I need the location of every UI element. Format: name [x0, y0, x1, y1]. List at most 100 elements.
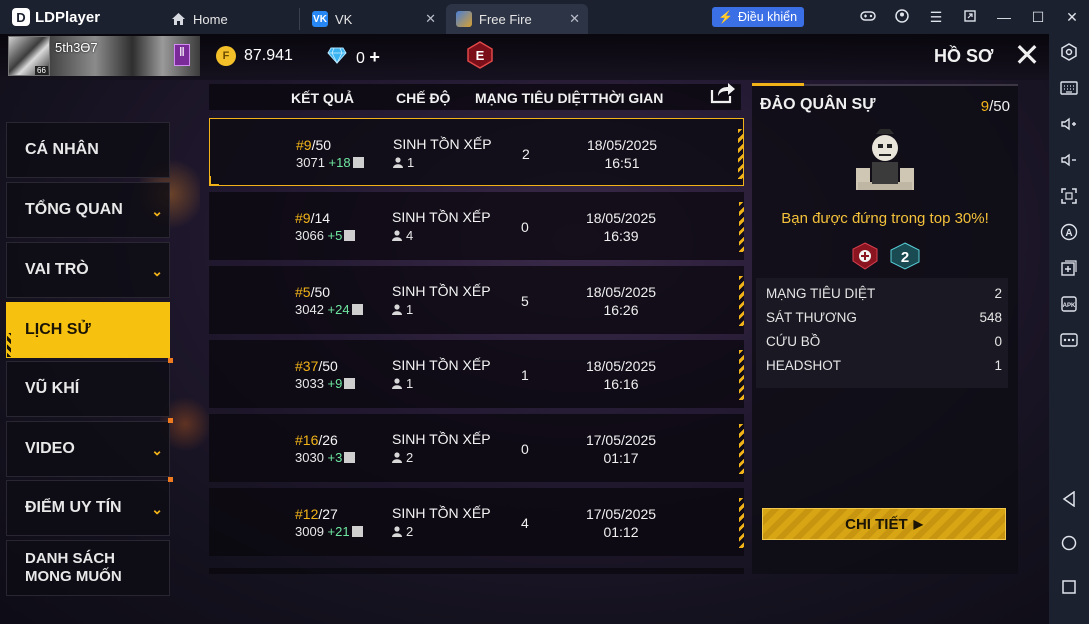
points-value: 3009 [295, 524, 324, 539]
rank-number: #9 [296, 137, 312, 153]
close-tab-icon[interactable]: ✕ [425, 11, 436, 27]
apk-icon[interactable]: APK [1057, 292, 1081, 316]
player-banner[interactable]: 5th3Ɵ7 Ⅱ [50, 36, 200, 76]
stat-label: CỨU BỒ [766, 334, 821, 349]
back-icon[interactable] [1057, 487, 1081, 511]
menu-icon[interactable]: ☰ [919, 9, 953, 26]
vk-logo-icon: VK [312, 11, 328, 27]
history-row[interactable]: #5/50 3042 +24 SINH TỒN XẾP HẠNG 1 5 18/… [209, 266, 744, 334]
menu-item-ca-nhan[interactable]: CÁ NHÂN [6, 122, 170, 178]
match-rank: #5/50 [295, 284, 330, 300]
chevron-down-icon: ⌄ [151, 263, 163, 279]
add-window-icon[interactable] [1057, 256, 1081, 280]
tab-home[interactable]: Home [160, 8, 300, 30]
control-button-label: Điều khiển [737, 10, 798, 24]
detail-rank-total: /50 [989, 98, 1010, 115]
diamond-icon [327, 47, 347, 64]
top-percent-message: Bạn được đứng trong top 30%! [781, 210, 989, 227]
volume-down-icon[interactable] [1057, 148, 1081, 172]
home-icon[interactable] [1057, 531, 1081, 555]
keyboard-icon[interactable] [1057, 76, 1081, 100]
column-thoi-gian: THỜI GIAN [590, 90, 664, 106]
diamond-count: 0 [356, 50, 365, 67]
match-rank: #9/14 [295, 210, 330, 226]
match-date: 17/05/2025 [585, 432, 657, 448]
tab-vk[interactable]: VK VK ✕ [302, 4, 444, 34]
gamepad-icon[interactable] [851, 9, 885, 25]
control-button[interactable]: ⚡ Điều khiển [712, 7, 804, 27]
menu-item-label: VAI TRÒ [25, 261, 89, 278]
match-mode: SINH TỒN XẾP HẠNG [392, 357, 493, 373]
game-viewport: 66 5th3Ɵ7 Ⅱ F 87.941 0 + E HỒ SƠ ✕ CÁ NH… [0, 34, 1049, 624]
recents-icon[interactable] [1057, 575, 1081, 599]
menu-item-vu-khi[interactable]: VŨ KHÍ [6, 358, 173, 417]
chevron-down-icon: ⌄ [151, 442, 163, 458]
hazard-stripe [738, 129, 743, 179]
menu-item-danh-sach-mong-muon[interactable]: DANH SÁCH MONG MUỐN [6, 540, 170, 596]
restore-window-icon[interactable] [953, 9, 987, 25]
auto-icon[interactable]: A [1057, 220, 1081, 244]
diamond-balance[interactable]: 0 + [356, 47, 380, 68]
rank-total: /26 [318, 432, 338, 448]
match-rank: #12/27 [295, 506, 338, 522]
history-row[interactable]: #9/14 3066 +5 SINH TỒN XẾP HẠNG 4 0 18/0… [209, 192, 744, 260]
more-icon[interactable] [1057, 328, 1081, 352]
document-icon [344, 378, 356, 389]
menu-item-label: TỔNG QUAN [25, 201, 123, 218]
avatar[interactable]: 66 [8, 36, 50, 76]
volume-up-icon[interactable] [1057, 112, 1081, 136]
document-icon [352, 157, 364, 168]
stat-label: SÁT THƯƠNG [766, 310, 857, 325]
points-delta: +5 [327, 228, 343, 243]
menu-item-video[interactable]: VIDEO ⌄ [6, 418, 173, 477]
chevron-down-icon: ⌄ [151, 501, 163, 517]
rank-total: /50 [318, 358, 338, 374]
history-row[interactable]: #16/26 3030 +3 SINH TỒN XẾP HẠNG 2 0 17/… [209, 414, 744, 482]
screenshot-icon[interactable] [1057, 184, 1081, 208]
close-icon[interactable]: ✕ [1013, 39, 1041, 71]
menu-item-diem-uy-tin[interactable]: ĐIỂM UY TÍN ⌄ [6, 477, 173, 536]
ldplayer-logo-icon: D [12, 8, 30, 26]
settings-icon[interactable] [1057, 40, 1081, 64]
match-mode: SINH TỒN XẾP HẠNG [393, 136, 494, 152]
match-date: 18/05/2025 [585, 358, 657, 374]
match-date: 18/05/2025 [586, 137, 658, 153]
active-stripe [7, 333, 11, 357]
details-button[interactable]: CHI TIẾT ▶ [762, 508, 1006, 540]
menu-item-label: VIDEO [25, 440, 75, 457]
share-icon[interactable] [710, 82, 736, 106]
history-row[interactable]: #37/50 3033 +9 SINH TỒN XẾP HẠNG 1 1 18/… [209, 340, 744, 408]
close-tab-icon[interactable]: ✕ [569, 11, 580, 27]
close-icon[interactable]: ✕ [1055, 9, 1089, 26]
points-delta: +18 [328, 155, 351, 170]
rank-number: #12 [295, 506, 319, 522]
ldplayer-logo: D LDPlayer [12, 8, 162, 26]
account-icon[interactable] [885, 8, 919, 26]
minimize-icon[interactable]: — [987, 9, 1021, 25]
points-value: 3066 [295, 228, 324, 243]
menu-item-lich-su[interactable]: LỊCH SỬ [6, 302, 170, 358]
guild-badge-icon: Ⅱ [174, 44, 190, 66]
match-kills: 0 [521, 219, 529, 235]
emulator-titlebar: D LDPlayer Home VK VK ✕ Free Fire ✕ ⚡ Đi… [0, 0, 1089, 34]
match-stats: MẠNG TIÊU DIỆT 2 SÁT THƯƠNG 548 CỨU BỒ 0… [756, 278, 1008, 388]
elite-pass-badge-icon[interactable]: E [467, 41, 493, 69]
tab-home-label: Home [193, 11, 228, 27]
house-icon [170, 11, 186, 27]
points-delta: +21 [327, 524, 350, 539]
rank-points: 3066 +5 [295, 228, 356, 243]
tab-free-fire[interactable]: Free Fire ✕ [446, 4, 588, 34]
stat-label: MẠNG TIÊU DIỆT [766, 286, 876, 301]
stat-label: HEADSHOT [766, 358, 842, 373]
maximize-icon[interactable]: ☐ [1021, 9, 1055, 26]
menu-item-tong-quan[interactable]: TỔNG QUAN ⌄ [6, 182, 170, 238]
free-fire-app-icon [456, 11, 472, 27]
menu-item-vai-tro[interactable]: VAI TRÒ ⌄ [6, 242, 170, 298]
points-value: 3042 [295, 302, 324, 317]
add-diamond-icon[interactable]: + [369, 47, 380, 67]
history-row[interactable]: #9/50 3071 +18 SINH TỒN XẾP HẠNG 1 2 18/… [209, 118, 744, 186]
menu-item-label: CÁ NHÂN [25, 141, 99, 158]
points-delta: +24 [327, 302, 350, 317]
history-row[interactable]: #12/27 3009 +21 SINH TỒN XẾP HẠNG 2 4 17… [209, 488, 744, 556]
stat-value: 1 [994, 358, 1002, 373]
